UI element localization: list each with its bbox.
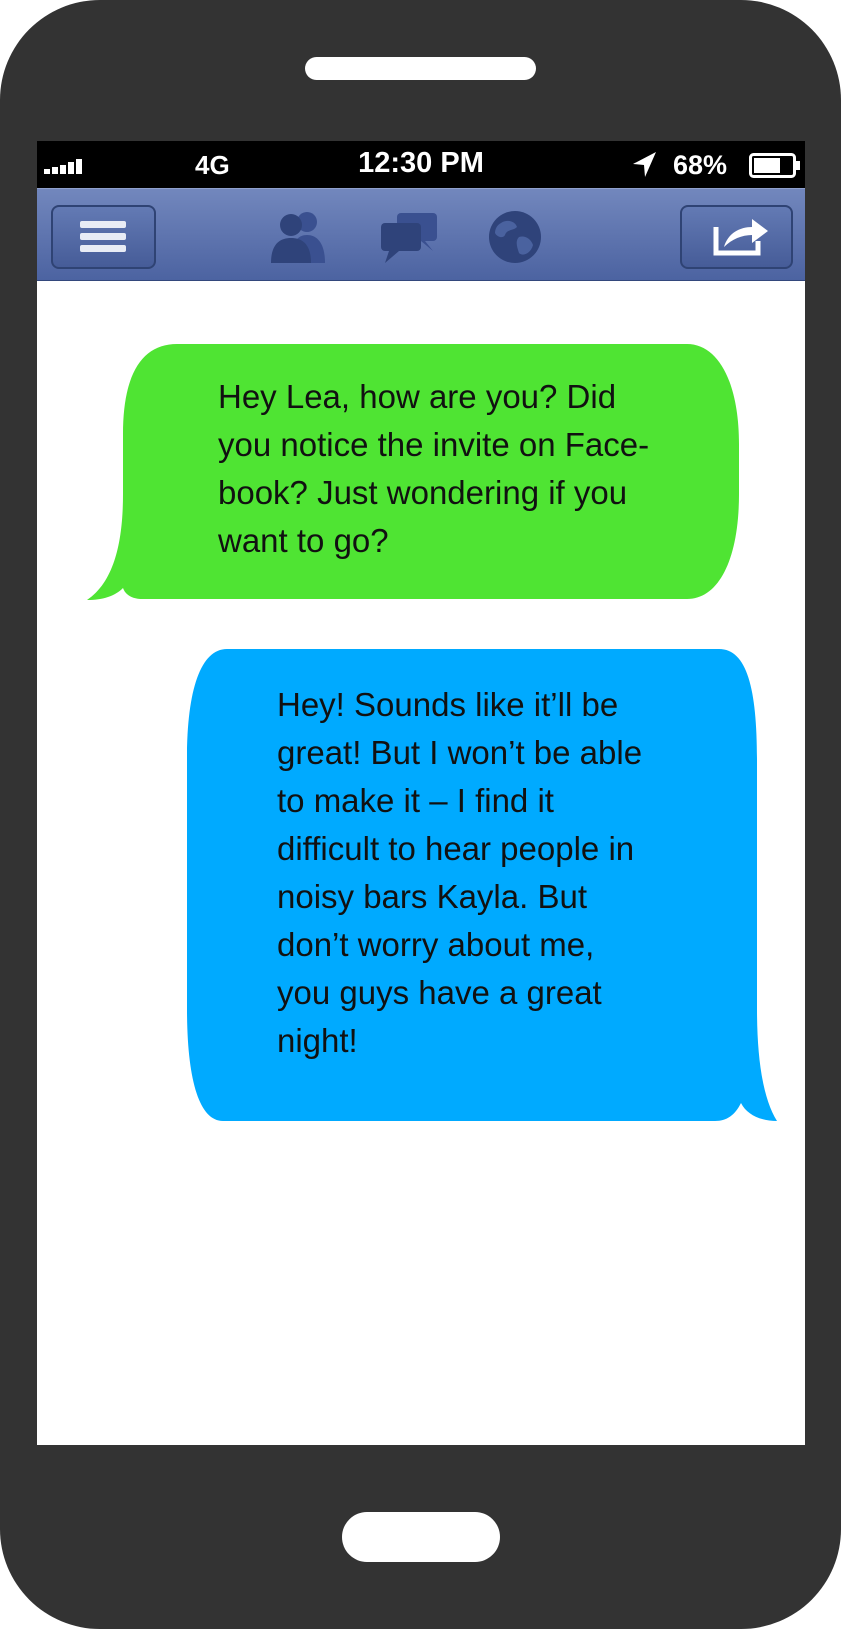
status-bar: 4G 12:30 PM 68% (37, 141, 805, 188)
message-text: Hey Lea, how are you? Did you notice the… (218, 378, 650, 559)
share-button[interactable] (680, 205, 793, 269)
menu-icon (80, 221, 126, 252)
battery-percentage: 68% (673, 150, 728, 180)
battery-icon (749, 153, 800, 178)
phone-frame: 4G 12:30 PM 68% Hey Lea, how are you? Di… (0, 0, 841, 1629)
messages-icon[interactable] (377, 209, 441, 265)
phone-speaker (305, 57, 536, 80)
location-arrow-icon (633, 152, 656, 177)
friends-icon[interactable] (267, 209, 331, 265)
home-button[interactable] (342, 1512, 500, 1562)
share-icon (713, 219, 768, 256)
facebook-navbar (37, 188, 805, 281)
message-text: Hey! Sounds like it’ll be great! But I w… (277, 686, 643, 1059)
message-bubble-outgoing: Hey! Sounds like it’ll be great! But I w… (187, 649, 777, 1131)
phone-screen: 4G 12:30 PM 68% Hey Lea, how are you? Di… (37, 141, 805, 1445)
globe-icon[interactable] (485, 209, 545, 265)
menu-button[interactable] (51, 205, 156, 269)
message-bubble-incoming: Hey Lea, how are you? Did you notice the… (87, 344, 743, 604)
